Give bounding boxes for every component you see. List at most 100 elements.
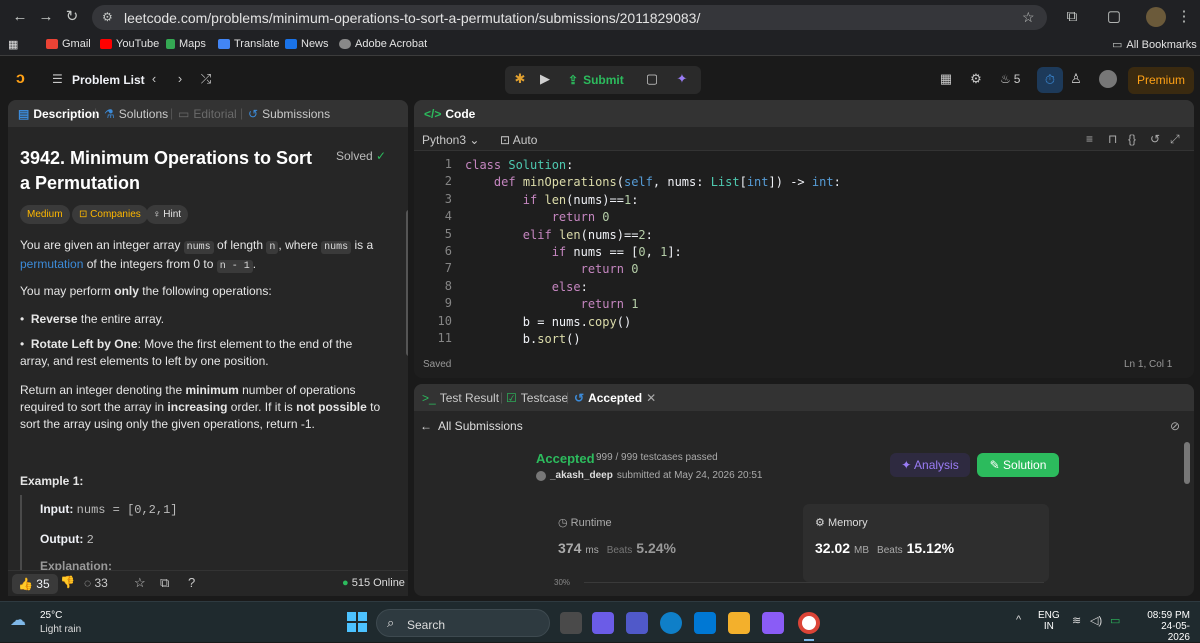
username[interactable]: _akash_deep (550, 470, 613, 481)
runtime-label: ◷ Runtime (558, 517, 612, 529)
tab-code[interactable]: </> Code (424, 107, 475, 121)
notes-icon[interactable]: ▢ (642, 70, 662, 88)
address-bar[interactable]: ⚙ leetcode.com/problems/minimum-operatio… (92, 5, 1047, 30)
next-problem-icon[interactable]: › (170, 70, 190, 88)
add-user-icon[interactable]: ♙ (1066, 70, 1086, 88)
teams-icon[interactable] (626, 612, 648, 634)
forward-icon[interactable]: → (36, 7, 56, 27)
tab-editorial[interactable]: ▭ Editorial (178, 107, 237, 121)
tab-description[interactable]: ▤ Description (18, 107, 99, 121)
premium-button[interactable]: Premium (1128, 67, 1194, 94)
example-input: Input: nums = [0,2,1] (40, 502, 178, 517)
chip-icon: ⚙ (815, 517, 825, 529)
shuffle-icon[interactable]: ⤮ (196, 70, 216, 88)
volume-icon[interactable]: ◁) (1090, 614, 1102, 627)
battery-icon[interactable]: ▭ (1110, 614, 1120, 627)
runtime-card[interactable]: ◷ Runtime 374 ms Beats 5.24% (548, 504, 794, 582)
tab-accepted[interactable]: ↺ Accepted ✕ (574, 391, 656, 405)
extensions-icon[interactable]: ⧉ (1062, 7, 1082, 27)
language-select[interactable]: Python3 ⌄ (422, 133, 479, 147)
solution-button[interactable]: ✎ Solution (977, 453, 1059, 477)
close-icon[interactable]: ✕ (646, 391, 656, 405)
all-bookmarks[interactable]: ▭ All Bookmarks (1112, 38, 1197, 52)
dislike-icon[interactable]: 👎 (60, 575, 75, 589)
sidepanel-icon[interactable]: ▢ (1104, 7, 1124, 27)
problem-list-link[interactable]: Problem List (72, 73, 145, 87)
submit-button[interactable]: ⇪ Submit (562, 70, 632, 90)
clock[interactable]: 08:59 PM 24-05-2026 (1140, 610, 1190, 643)
weather-icon[interactable]: ☁ (10, 610, 26, 630)
save-status: Saved (423, 359, 452, 370)
expand-icon[interactable]: ⤢ (1170, 132, 1180, 147)
leetcode-logo-icon[interactable]: ↄ (16, 70, 34, 88)
tab-solutions[interactable]: ⚗ Solutions (104, 107, 168, 121)
menu-icon[interactable]: ⋮ (1174, 7, 1194, 27)
testcases-passed: 999 / 999 testcases passed (596, 452, 718, 463)
autocomplete-toggle[interactable]: ⊡ Auto (500, 133, 537, 147)
site-info-icon[interactable]: ⚙ (102, 10, 113, 24)
file-explorer-icon[interactable] (728, 612, 750, 634)
bookmark-youtube[interactable]: YouTube (100, 38, 159, 50)
timer-icon[interactable]: ⏱ (1037, 67, 1063, 93)
comments-button[interactable]: ◌ 33 (84, 576, 108, 590)
online-dot-icon: ● (342, 577, 349, 589)
all-submissions-link[interactable]: ← All Submissions (420, 419, 523, 433)
avatar[interactable] (1099, 70, 1117, 88)
store-icon[interactable] (762, 612, 784, 634)
flask-icon: ⚗ (104, 107, 115, 121)
companies-badge[interactable]: ⊡ Companies (72, 205, 148, 224)
ai-sparkle-icon[interactable]: ✦ (672, 70, 692, 88)
bookmark-maps[interactable]: Maps (166, 38, 206, 50)
chevron-up-icon[interactable]: ^ (1016, 614, 1021, 626)
streak-counter[interactable]: ♨ 5 (1000, 72, 1020, 86)
code-editor[interactable]: 1 2 3 4 5 6 7 8 9 10 11 class Solution: … (414, 157, 1194, 347)
taskbar-search[interactable]: ⌕ Search (376, 609, 550, 637)
help-icon[interactable]: ? (188, 575, 195, 590)
memory-card[interactable]: ⚙ Memory 32.02 MB Beats 15.12% (803, 504, 1049, 582)
lock-icon: ⊡ (500, 133, 511, 147)
bookmark-icon[interactable]: ⊓ (1108, 132, 1117, 146)
mail-icon[interactable] (694, 612, 716, 634)
star-icon[interactable]: ☆ (134, 575, 146, 591)
tab-submissions[interactable]: ↺ Submissions (248, 107, 330, 121)
task-view-icon[interactable] (560, 612, 582, 634)
tab-testcase[interactable]: ☑ Testcase (506, 391, 568, 405)
wifi-icon[interactable]: ≋ (1072, 614, 1081, 627)
reload-icon[interactable]: ↻ (62, 7, 82, 27)
cloud-upload-icon: ⇪ (568, 73, 579, 87)
edge-icon[interactable] (660, 612, 682, 634)
braces-icon[interactable]: {} (1128, 132, 1136, 146)
language-indicator[interactable]: ENG IN (1038, 610, 1060, 632)
permutation-link[interactable]: permutation (20, 257, 83, 271)
reset-icon[interactable]: ↺ (1150, 132, 1160, 146)
chrome-icon[interactable] (798, 612, 820, 634)
bookmark-gmail[interactable]: Gmail (46, 38, 91, 50)
bookmark-news[interactable]: News (285, 38, 329, 50)
folder-icon: ▭ (1112, 39, 1123, 51)
prev-problem-icon[interactable]: ‹ (144, 70, 164, 88)
profile-avatar[interactable] (1146, 7, 1166, 27)
layout-icon[interactable]: ▦ (936, 70, 956, 88)
format-icon[interactable]: ≡ (1086, 132, 1093, 146)
bookmark-adobe[interactable]: Adobe Acrobat (339, 38, 427, 50)
star-icon[interactable]: ☆ (1022, 9, 1035, 26)
link-icon[interactable]: ⊘ (1170, 419, 1180, 433)
lock-icon: ⊡ (79, 209, 88, 220)
share-icon[interactable]: ⧉ (160, 575, 169, 591)
apps-icon[interactable]: ▦ (8, 38, 18, 51)
hint-badge[interactable]: ♀ Hint (146, 205, 189, 224)
problem-title[interactable]: 3942. Minimum Operations to Sort a Permu… (20, 146, 320, 196)
scrollbar[interactable] (1184, 442, 1190, 484)
tab-test-result[interactable]: >_ Test Result (422, 391, 499, 405)
scrollbar[interactable] (406, 210, 408, 356)
bookmark-translate[interactable]: Translate (218, 38, 279, 50)
globe-icon (339, 39, 351, 49)
like-button[interactable]: 👍 35 (12, 574, 58, 594)
debug-icon[interactable]: ✱ (510, 70, 530, 88)
run-icon[interactable]: ▶ (535, 70, 555, 88)
copilot-icon[interactable] (592, 612, 614, 634)
back-icon[interactable]: ← (10, 7, 30, 27)
analysis-button[interactable]: ✦ Analysis (890, 453, 970, 477)
windows-start-icon[interactable] (347, 612, 367, 632)
settings-icon[interactable]: ⚙ (966, 70, 986, 88)
